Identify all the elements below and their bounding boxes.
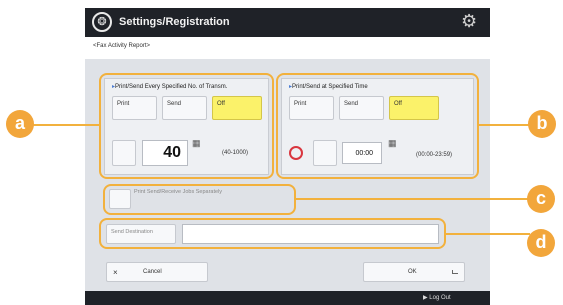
status-bar: ▶ Log Out bbox=[85, 291, 490, 305]
callout-bullet-b: b bbox=[528, 110, 556, 138]
logout-button[interactable]: ▶ Log Out bbox=[423, 294, 451, 301]
callout-frame-d bbox=[99, 218, 446, 249]
title-bar: ❂ Settings/Registration ⚙ bbox=[85, 8, 490, 37]
callout-bullet-a: a bbox=[6, 110, 34, 138]
app-logo-icon: ❂ bbox=[92, 12, 112, 32]
window-title: Settings/Registration bbox=[119, 16, 230, 28]
callout-bullet-c: c bbox=[527, 185, 555, 213]
breadcrumb: <Fax Activity Report> bbox=[93, 43, 151, 49]
gear-icon[interactable]: ⚙ bbox=[461, 11, 477, 32]
callout-frame-a bbox=[99, 73, 274, 179]
cancel-button[interactable]: × Cancel bbox=[106, 262, 208, 282]
callout-line-b bbox=[479, 124, 531, 126]
ok-button[interactable]: OK bbox=[363, 262, 465, 282]
breadcrumb-bar: <Fax Activity Report> bbox=[85, 37, 490, 59]
callout-line-c bbox=[296, 198, 528, 200]
callout-frame-c bbox=[103, 184, 296, 215]
callout-frame-b bbox=[276, 73, 479, 179]
ok-label: OK bbox=[408, 269, 417, 275]
callout-bullet-d: d bbox=[527, 229, 555, 257]
close-icon: × bbox=[113, 268, 118, 277]
callout-line-a bbox=[33, 124, 100, 126]
logout-label: Log Out bbox=[429, 295, 451, 301]
callout-line-d bbox=[446, 233, 530, 235]
cancel-label: Cancel bbox=[143, 269, 162, 275]
enter-icon bbox=[452, 270, 458, 274]
